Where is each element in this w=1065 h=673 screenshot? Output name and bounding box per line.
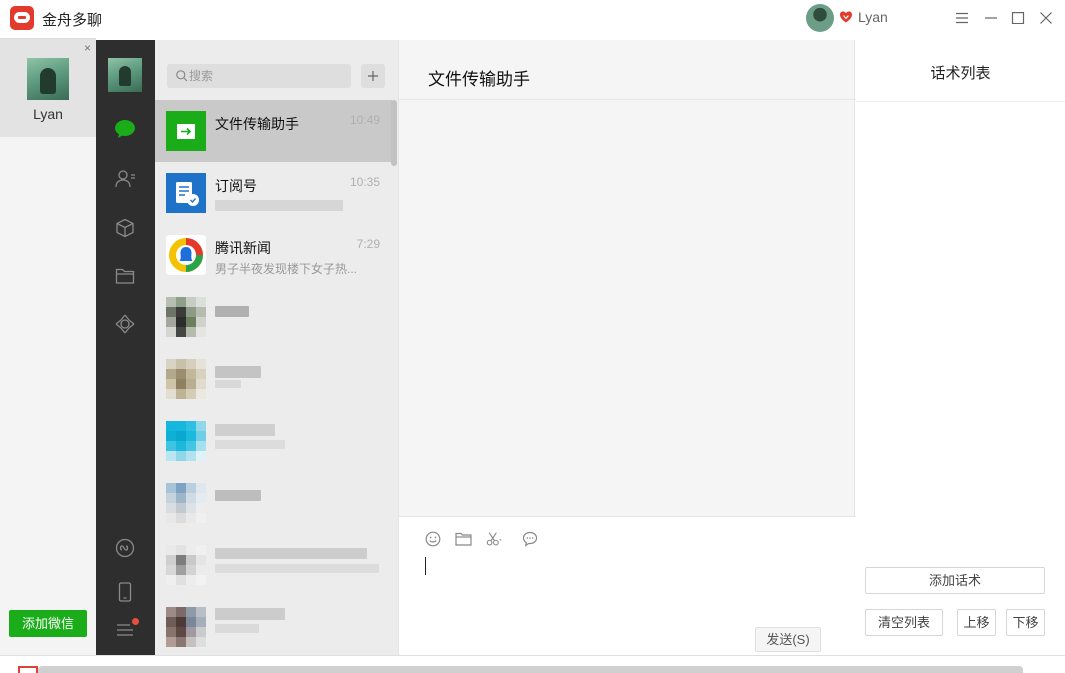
move-up-button[interactable]: 上移 bbox=[957, 609, 996, 636]
chat-item-tencent-news[interactable]: 腾讯新闻 7:29 男子半夜发现楼下女子热... bbox=[155, 224, 392, 286]
blurred-name bbox=[215, 608, 285, 620]
chat-item-blurred[interactable] bbox=[155, 472, 392, 534]
chat-title: 文件传输助手 bbox=[428, 70, 530, 89]
file-transfer-avatar-icon bbox=[166, 111, 206, 151]
add-wechat-button[interactable]: 添加微信 bbox=[9, 610, 87, 637]
chat-item-blurred[interactable] bbox=[155, 286, 392, 348]
blurred-avatar bbox=[166, 297, 206, 337]
search-input[interactable] bbox=[189, 67, 344, 85]
send-button[interactable]: 发送(S) bbox=[755, 627, 821, 652]
tencent-news-avatar-icon bbox=[166, 235, 206, 275]
minimize-icon[interactable] bbox=[979, 7, 1003, 29]
add-script-button[interactable]: 添加话术 bbox=[865, 567, 1045, 594]
account-avatar bbox=[27, 58, 69, 100]
blurred-avatar bbox=[166, 545, 206, 585]
script-list-title: 话术列表 bbox=[930, 65, 991, 82]
app-title: 金舟多聊 bbox=[42, 12, 103, 29]
account-card[interactable]: Lyan × bbox=[0, 39, 96, 137]
search-icon bbox=[176, 70, 188, 82]
chat-preview: 男子半夜发现楼下女子热... bbox=[215, 262, 358, 276]
chat-header: 文件传输助手 bbox=[399, 40, 856, 100]
chat-time: 10:35 bbox=[349, 175, 380, 189]
blurred-preview bbox=[215, 200, 343, 211]
chat-item-blurred[interactable] bbox=[155, 410, 392, 472]
move-down-button[interactable]: 下移 bbox=[1006, 609, 1045, 636]
blurred-avatar bbox=[166, 607, 206, 647]
folder-icon[interactable] bbox=[454, 530, 472, 548]
blurred-avatar bbox=[166, 483, 206, 523]
subscription-avatar-icon bbox=[166, 173, 206, 213]
chat-item-file-transfer[interactable]: 文件传输助手 10:49 bbox=[155, 100, 392, 162]
folder-icon[interactable] bbox=[113, 264, 137, 288]
blurred-name bbox=[215, 306, 249, 317]
chat-list: 文件传输助手 10:49 订阅号 10:35 腾讯新闻 7:29 男子半夜发现楼… bbox=[155, 40, 398, 655]
script-list-panel: 话术列表 添加话术 清空列表 上移 下移 bbox=[856, 40, 1065, 655]
emoji-icon[interactable] bbox=[424, 530, 442, 548]
chat-item-blurred[interactable] bbox=[155, 596, 392, 655]
blurred-preview bbox=[215, 624, 259, 633]
account-column: Lyan × 添加微信 bbox=[0, 38, 96, 655]
divider bbox=[856, 101, 1065, 102]
blurred-preview bbox=[215, 440, 285, 449]
chat-name: 文件传输助手 bbox=[215, 116, 299, 132]
message-input[interactable] bbox=[423, 555, 843, 625]
close-icon[interactable] bbox=[1034, 7, 1058, 29]
blurred-preview bbox=[215, 564, 379, 573]
notification-dot bbox=[132, 618, 139, 625]
vip-heart-icon bbox=[840, 11, 852, 23]
chat-item-blurred[interactable] bbox=[155, 348, 392, 410]
bottom-bar bbox=[38, 666, 1023, 673]
blurred-avatar bbox=[166, 421, 206, 461]
bottom-strip bbox=[0, 655, 1065, 673]
chat-icon[interactable] bbox=[113, 117, 137, 141]
chat-name: 订阅号 bbox=[215, 178, 257, 194]
chat-list-scrollbar[interactable] bbox=[391, 100, 397, 166]
user-avatar[interactable] bbox=[806, 4, 834, 32]
maximize-icon[interactable] bbox=[1006, 7, 1030, 29]
contacts-icon[interactable] bbox=[113, 167, 137, 191]
phone-icon[interactable] bbox=[113, 580, 137, 604]
blurred-name bbox=[215, 548, 367, 559]
app-logo-icon bbox=[10, 6, 34, 30]
menu-icon[interactable] bbox=[950, 7, 974, 29]
text-caret bbox=[425, 557, 426, 575]
clear-list-button[interactable]: 清空列表 bbox=[865, 609, 943, 636]
chat-time: 7:29 bbox=[356, 237, 380, 251]
account-close-icon[interactable]: × bbox=[84, 41, 91, 55]
account-name: Lyan bbox=[33, 106, 63, 122]
blurred-preview bbox=[215, 380, 241, 388]
blurred-avatar bbox=[166, 359, 206, 399]
wechat-sidebar bbox=[96, 40, 155, 655]
search-box[interactable] bbox=[167, 64, 351, 88]
moments-icon[interactable] bbox=[113, 312, 137, 336]
compose-area: 发送(S) bbox=[399, 516, 856, 655]
plus-icon bbox=[368, 71, 378, 81]
mini-program-icon[interactable] bbox=[113, 536, 137, 560]
blurred-name bbox=[215, 490, 261, 501]
chat-area: 文件传输助手 发送(S) bbox=[398, 40, 856, 655]
taskbar-app-icon bbox=[18, 666, 38, 673]
chat-name: 腾讯新闻 bbox=[215, 240, 271, 256]
title-bar: 金舟多聊 Lyan bbox=[0, 0, 1065, 38]
box-icon[interactable] bbox=[113, 216, 137, 240]
blurred-name bbox=[215, 366, 261, 378]
wechat-avatar[interactable] bbox=[108, 58, 142, 92]
chat-bubble-icon[interactable] bbox=[521, 530, 539, 548]
chat-item-blurred[interactable] bbox=[155, 534, 392, 596]
chat-time: 10:49 bbox=[349, 113, 380, 127]
blurred-name bbox=[215, 424, 275, 436]
user-name[interactable]: Lyan bbox=[858, 9, 888, 25]
chat-item-subscription[interactable]: 订阅号 10:35 bbox=[155, 162, 392, 224]
scissors-icon[interactable] bbox=[486, 530, 504, 548]
add-chat-button[interactable] bbox=[361, 64, 385, 88]
